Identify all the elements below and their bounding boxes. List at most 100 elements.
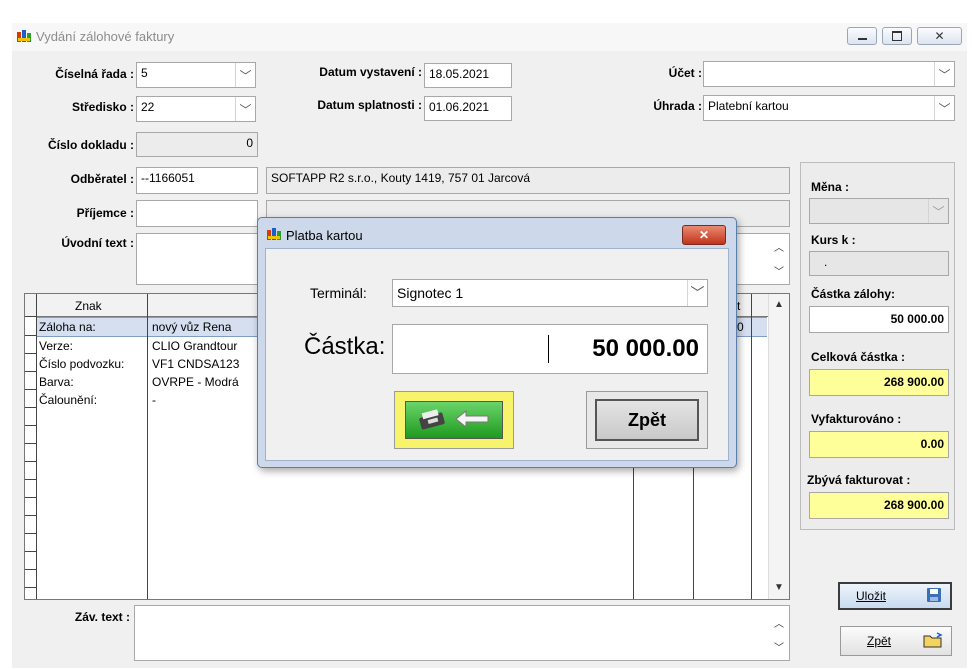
grid-row-marker bbox=[25, 389, 37, 390]
stredisko-value: 22 bbox=[141, 100, 155, 114]
back-button-label: Zpět bbox=[867, 634, 892, 648]
kurs-field: . bbox=[809, 251, 949, 276]
close-icon: ✕ bbox=[934, 29, 945, 43]
ucet-combo[interactable]: ﹀ bbox=[703, 61, 955, 87]
odberatel-name: SOFTAPP R2 s.r.o., Kouty 1419, 757 01 Ja… bbox=[271, 171, 531, 185]
chevron-down-icon[interactable]: ﹀ bbox=[928, 199, 948, 223]
stredisko-combo[interactable]: 22 ﹀ bbox=[136, 96, 256, 122]
mena-combo[interactable]: ﹀ bbox=[809, 198, 949, 224]
ciselna-rada-combo[interactable]: 5 ﹀ bbox=[136, 62, 256, 88]
chevron-down-icon[interactable]: ﹀ bbox=[687, 280, 707, 306]
vyfakturovano-value: 0.00 bbox=[920, 437, 944, 451]
uhrada-label: Úhrada : bbox=[653, 99, 702, 113]
chevron-down-icon[interactable]: ﹀ bbox=[934, 96, 954, 120]
vyfakturovano-field: 0.00 bbox=[809, 431, 949, 458]
celkova-castka-value: 268 900.00 bbox=[883, 375, 944, 389]
grid-row-label: Barva: bbox=[39, 375, 74, 389]
pay-by-card-button[interactable] bbox=[394, 391, 514, 449]
odberatel-name-field: SOFTAPP R2 s.r.o., Kouty 1419, 757 01 Ja… bbox=[266, 167, 790, 194]
scroll-down-icon[interactable]: ▼ bbox=[771, 579, 787, 595]
grid-row-marker bbox=[25, 407, 37, 408]
grid-vertical-scrollbar[interactable]: ▲ ▼ bbox=[768, 294, 789, 599]
odberatel-code-field[interactable]: --1166051 bbox=[136, 167, 258, 194]
scroll-up-icon[interactable]: ︿ bbox=[771, 614, 787, 630]
maximize-icon bbox=[892, 31, 902, 41]
grid-row-marker bbox=[25, 497, 37, 498]
grid-row-label: Čalounění: bbox=[39, 393, 98, 407]
scroll-down-icon[interactable]: ﹀ bbox=[771, 638, 787, 654]
uvodni-text-label: Úvodní text : bbox=[61, 236, 134, 250]
grid-row-marker bbox=[25, 316, 37, 317]
castka-label: Částka: bbox=[304, 333, 386, 360]
back-button[interactable]: Zpět bbox=[840, 626, 952, 656]
dialog-back-label: Zpět bbox=[628, 409, 666, 430]
prijemce-code-field[interactable] bbox=[136, 200, 258, 227]
grid-row-marker bbox=[25, 353, 37, 354]
window-title: Vydání zálohové faktury bbox=[36, 29, 175, 44]
chevron-down-icon[interactable]: ﹀ bbox=[934, 62, 954, 86]
chevron-down-icon[interactable]: ﹀ bbox=[235, 63, 255, 87]
grid-row-value: VF1 CNDSA123 bbox=[152, 357, 240, 371]
save-button-label: Uložit bbox=[856, 589, 887, 603]
grid-row-label: Záloha na: bbox=[39, 320, 96, 334]
maximize-button[interactable] bbox=[882, 27, 912, 45]
scroll-up-icon[interactable]: ︿ bbox=[771, 238, 787, 254]
grid-row-value: - bbox=[152, 393, 156, 407]
mena-label: Měna : bbox=[811, 180, 850, 194]
grid-row-value: OVRPE - Modrá bbox=[152, 375, 239, 389]
chevron-down-icon[interactable]: ﹀ bbox=[235, 97, 255, 121]
grid-row-marker bbox=[25, 533, 37, 534]
odberatel-code: --1166051 bbox=[141, 171, 195, 185]
grid-row-marker bbox=[25, 569, 37, 570]
save-button[interactable]: Uložit bbox=[838, 582, 952, 610]
ciselna-rada-value: 5 bbox=[141, 66, 148, 80]
text-cursor bbox=[548, 335, 549, 363]
terminal-label: Terminál: bbox=[310, 285, 367, 301]
summary-panel: Měna : ﹀ Kurs k : . Částka zálohy: 50 00… bbox=[800, 162, 955, 530]
dialog-app-icon bbox=[266, 227, 282, 243]
card-payment-dialog: Platba kartou ✕ Terminál: Signotec 1 ﹀ Č… bbox=[257, 217, 737, 468]
castka-zalohy-field[interactable]: 50 000.00 bbox=[809, 306, 949, 333]
datum-splatnosti-value: 01.06.2021 bbox=[429, 100, 490, 114]
zbyva-fakturovat-value: 268 900.00 bbox=[883, 498, 944, 512]
terminal-combo[interactable]: Signotec 1 ﹀ bbox=[392, 279, 708, 307]
app-icon bbox=[16, 29, 32, 45]
zav-text-area[interactable]: ︿ ﹀ bbox=[134, 605, 790, 661]
datum-vystaveni-field[interactable]: 18.05.2021 bbox=[424, 63, 512, 88]
cislo-dokladu-value: 0 bbox=[246, 136, 253, 150]
datum-splatnosti-field[interactable]: 01.06.2021 bbox=[424, 96, 512, 121]
grid-row-marker bbox=[25, 551, 37, 552]
datum-vystaveni-value: 18.05.2021 bbox=[429, 67, 490, 81]
grid-row-value: nový vůz Rena bbox=[152, 320, 232, 334]
grid-column-divider bbox=[36, 294, 37, 599]
close-window-button[interactable]: ✕ bbox=[917, 27, 962, 45]
card-terminal-icon bbox=[414, 407, 494, 434]
datum-vystaveni-label: Datum vystavení : bbox=[319, 65, 422, 79]
dialog-body: Terminál: Signotec 1 ﹀ Částka: 50 000.00 bbox=[265, 248, 729, 461]
stredisko-label: Středisko : bbox=[71, 100, 134, 114]
grid-row-marker bbox=[25, 587, 37, 588]
ucet-label: Účet : bbox=[668, 66, 702, 80]
kurs-value: . bbox=[824, 255, 828, 269]
scroll-up-icon[interactable]: ▲ bbox=[771, 296, 787, 312]
dialog-close-button[interactable]: ✕ bbox=[682, 225, 726, 245]
scroll-down-icon[interactable]: ﹀ bbox=[771, 262, 787, 278]
castka-input[interactable]: 50 000.00 bbox=[392, 324, 708, 374]
minimize-button[interactable] bbox=[847, 27, 877, 45]
castka-value: 50 000.00 bbox=[592, 335, 699, 362]
grid-row-label: Verze: bbox=[39, 339, 74, 353]
grid-row-marker bbox=[25, 335, 37, 336]
grid-header-znak: Znak bbox=[75, 299, 102, 313]
grid-row-marker bbox=[25, 479, 37, 480]
grid-row-marker bbox=[25, 425, 37, 426]
grid-row-marker bbox=[25, 371, 37, 372]
zav-text-label: Záv. text : bbox=[74, 610, 130, 624]
dialog-back-button[interactable]: Zpět bbox=[586, 391, 708, 449]
cislo-dokladu-field: 0 bbox=[136, 132, 258, 157]
celkova-castka-field: 268 900.00 bbox=[809, 369, 949, 396]
grid-column-divider bbox=[751, 294, 752, 599]
uhrada-combo[interactable]: Platební kartou ﹀ bbox=[703, 95, 955, 121]
grid-header-t: t bbox=[737, 299, 741, 313]
grid-column-divider bbox=[147, 294, 148, 599]
ciselna-rada-label: Číselná řada : bbox=[55, 67, 134, 81]
